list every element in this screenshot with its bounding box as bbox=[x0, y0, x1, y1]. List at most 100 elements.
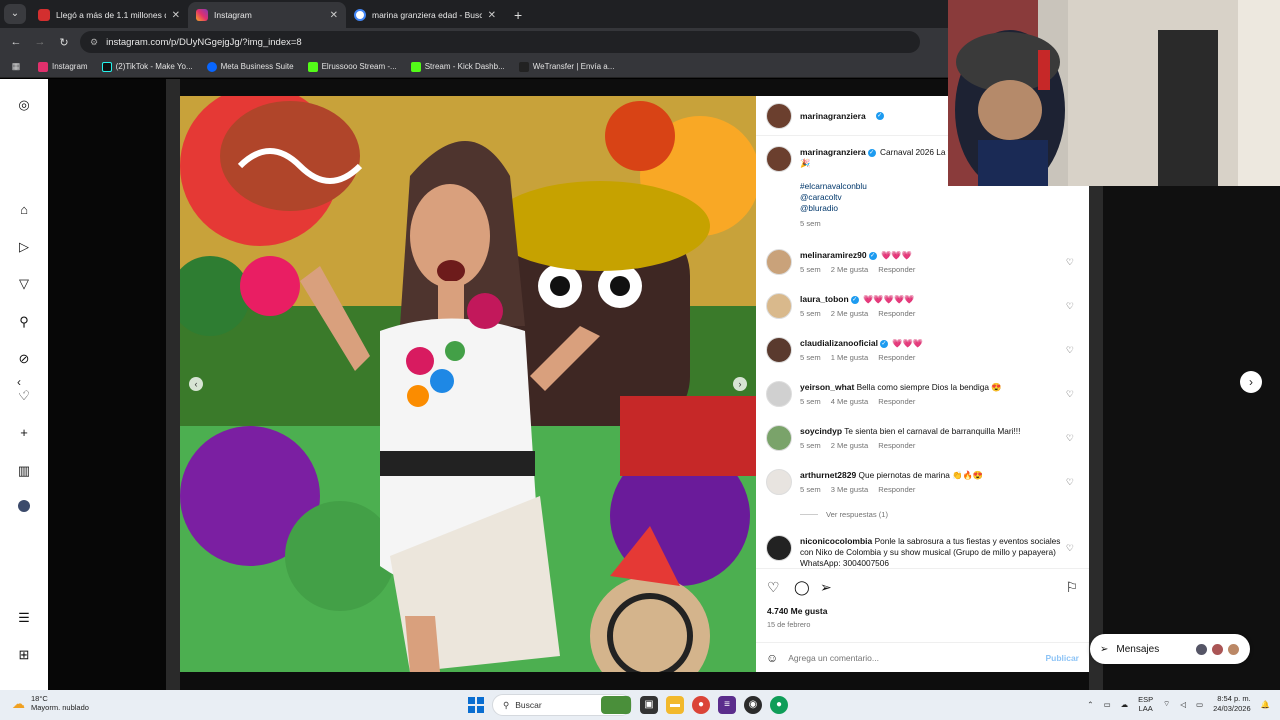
language-indicator[interactable]: ESP LAA bbox=[1138, 695, 1153, 713]
create-icon[interactable]: + bbox=[16, 425, 32, 441]
comment-icon[interactable]: ◯ bbox=[794, 579, 810, 596]
comment-likes[interactable]: 2 Me gusta bbox=[831, 309, 869, 318]
commenter-avatar[interactable] bbox=[766, 293, 792, 319]
comment-likes[interactable]: 3 Me gusta bbox=[831, 485, 869, 494]
comment-likes[interactable]: 2 Me gusta bbox=[831, 265, 869, 274]
stream-app-icon[interactable]: ≡ bbox=[718, 696, 736, 714]
commenter-avatar[interactable] bbox=[766, 425, 792, 451]
reply-button[interactable]: Responder bbox=[878, 397, 915, 406]
battery-icon[interactable]: ▭ bbox=[1196, 700, 1203, 709]
bookmark-item[interactable]: WeTransfer | Envía a... bbox=[518, 61, 614, 72]
tab-1[interactable]: Instagram ✕ bbox=[188, 2, 346, 28]
new-tab-button[interactable]: + bbox=[504, 2, 532, 28]
reload-icon[interactable]: ↻ bbox=[56, 36, 72, 49]
next-post-button[interactable]: › bbox=[1240, 371, 1262, 393]
reply-button[interactable]: Responder bbox=[878, 265, 915, 274]
url-field[interactable]: ⚙ instagram.com/p/DUyNGgejgJg/?img_index… bbox=[80, 31, 920, 53]
site-info-icon[interactable]: ⚙ bbox=[90, 37, 98, 48]
close-tab-icon[interactable]: ✕ bbox=[488, 10, 496, 21]
bookmark-item[interactable]: Stream - Kick Dashb... bbox=[410, 61, 505, 72]
bookmark-item[interactable]: Meta Business Suite bbox=[206, 61, 294, 72]
author-avatar[interactable] bbox=[766, 146, 792, 172]
comment-likes[interactable]: 4 Me gusta bbox=[831, 397, 869, 406]
like-comment-icon[interactable]: ♡ bbox=[1066, 345, 1074, 356]
publish-button[interactable]: Publicar bbox=[1045, 653, 1079, 663]
commenter-avatar[interactable] bbox=[766, 469, 792, 495]
carousel-next-button[interactable]: › bbox=[733, 377, 747, 391]
like-comment-icon[interactable]: ♡ bbox=[1066, 477, 1074, 488]
like-icon[interactable]: ♡ bbox=[767, 579, 780, 596]
obs-icon[interactable]: ◉ bbox=[744, 696, 762, 714]
commenter-avatar[interactable] bbox=[766, 337, 792, 363]
comment-username[interactable]: melinaramirez90 bbox=[800, 250, 867, 260]
explore-icon[interactable]: ⊘ bbox=[16, 351, 32, 367]
tray-chevron-icon[interactable]: ⌃ bbox=[1087, 700, 1093, 709]
like-comment-icon[interactable]: ♡ bbox=[1066, 257, 1074, 268]
windows-start-icon[interactable] bbox=[468, 697, 484, 713]
comment-username[interactable]: laura_tobon bbox=[800, 294, 849, 304]
comment-username[interactable]: soycindyp bbox=[800, 426, 842, 436]
volume-icon[interactable]: ◁ bbox=[1180, 700, 1186, 709]
bookmark-item[interactable]: (2)TikTok - Make Yo... bbox=[101, 61, 193, 72]
close-tab-icon[interactable]: ✕ bbox=[330, 10, 338, 21]
back-icon[interactable]: ← bbox=[8, 36, 24, 48]
chrome-active-icon[interactable]: ● bbox=[770, 696, 788, 714]
like-comment-icon[interactable]: ♡ bbox=[1066, 301, 1074, 312]
likes-count[interactable]: 4.740 Me gusta bbox=[767, 606, 827, 616]
comment-input[interactable] bbox=[788, 653, 1036, 663]
like-comment-icon[interactable]: ♡ bbox=[1066, 389, 1074, 400]
author-username[interactable]: marinagranziera bbox=[800, 111, 866, 121]
chrome-icon[interactable]: ● bbox=[692, 696, 710, 714]
dashboard-icon[interactable]: ▥ bbox=[16, 463, 32, 479]
caption-username[interactable]: marinagranziera bbox=[800, 147, 866, 157]
tab-2[interactable]: marina granziera edad - Buscar ✕ bbox=[346, 2, 504, 28]
messages-button[interactable]: ➢ Mensajes bbox=[1090, 634, 1250, 664]
menu-icon[interactable]: ☰ bbox=[16, 610, 32, 626]
share-icon[interactable]: ➢ bbox=[820, 579, 832, 596]
save-bookmark-icon[interactable]: ⚐ bbox=[1065, 579, 1078, 596]
taskbar-search[interactable]: ⚲ Buscar bbox=[492, 694, 632, 716]
like-comment-icon[interactable]: ♡ bbox=[1066, 433, 1074, 444]
comment-username[interactable]: arthurnet2829 bbox=[800, 470, 856, 480]
clock[interactable]: 8:54 p. m. 24/03/2026 bbox=[1213, 694, 1251, 714]
task-view-icon[interactable]: ▣ bbox=[640, 696, 658, 714]
reels-icon[interactable]: ▷ bbox=[16, 239, 32, 255]
commenter-avatar[interactable] bbox=[766, 249, 792, 275]
reply-button[interactable]: Responder bbox=[878, 485, 915, 494]
instagram-logo-icon[interactable]: ◎ bbox=[16, 97, 32, 113]
commenter-avatar[interactable] bbox=[766, 381, 792, 407]
search-icon[interactable]: ⚲ bbox=[16, 314, 32, 330]
wifi-icon[interactable]: ⌔ bbox=[1163, 699, 1170, 709]
reply-button[interactable]: Responder bbox=[878, 441, 915, 450]
file-explorer-icon[interactable]: ▬ bbox=[666, 696, 684, 714]
home-icon[interactable]: ⌂ bbox=[16, 202, 32, 218]
profile-avatar-icon[interactable] bbox=[16, 500, 32, 516]
comments-list[interactable]: marinagranziera✓ Carnaval 2026 La famili… bbox=[756, 136, 1089, 568]
tab-0[interactable]: Llegó a más de 1.1 millones de ✕ bbox=[30, 2, 188, 28]
reply-button[interactable]: Responder bbox=[878, 353, 915, 362]
caption-mention[interactable]: @bluradio bbox=[800, 203, 1062, 214]
notifications-bell-icon[interactable]: 🔔 bbox=[1261, 700, 1270, 709]
comment-username[interactable]: claudializanooficial bbox=[800, 338, 878, 348]
close-tab-icon[interactable]: ✕ bbox=[172, 10, 180, 21]
comment-username[interactable]: niconicocolombia bbox=[800, 536, 872, 546]
forward-icon[interactable]: → bbox=[32, 36, 48, 48]
comment-username[interactable]: yeirson_what bbox=[800, 382, 854, 392]
like-comment-icon[interactable]: ♡ bbox=[1066, 543, 1074, 554]
bookmark-item[interactable]: Elrussooo Stream -... bbox=[307, 61, 397, 72]
emoji-icon[interactable]: ☺ bbox=[766, 651, 778, 665]
send-icon[interactable]: ▽ bbox=[16, 276, 32, 292]
author-avatar[interactable] bbox=[766, 102, 792, 129]
previous-post-button[interactable]: ‹ bbox=[8, 371, 30, 393]
bookmark-item[interactable]: Instagram bbox=[38, 61, 88, 72]
comment-likes[interactable]: 1 Me gusta bbox=[831, 353, 869, 362]
apps-grid-icon[interactable]: ▦ bbox=[8, 61, 24, 72]
carousel-prev-button[interactable]: ‹ bbox=[189, 377, 203, 391]
tray-app-icon[interactable]: ▭ bbox=[1104, 700, 1111, 709]
reply-button[interactable]: Responder bbox=[878, 309, 915, 318]
onedrive-icon[interactable]: ☁ bbox=[1121, 700, 1129, 709]
comment-likes[interactable]: 2 Me gusta bbox=[831, 441, 869, 450]
commenter-avatar[interactable] bbox=[766, 535, 792, 561]
view-replies-button[interactable]: Ver respuestas (1) bbox=[800, 510, 888, 519]
tab-search-chevron-icon[interactable]: ⌄ bbox=[4, 4, 26, 24]
